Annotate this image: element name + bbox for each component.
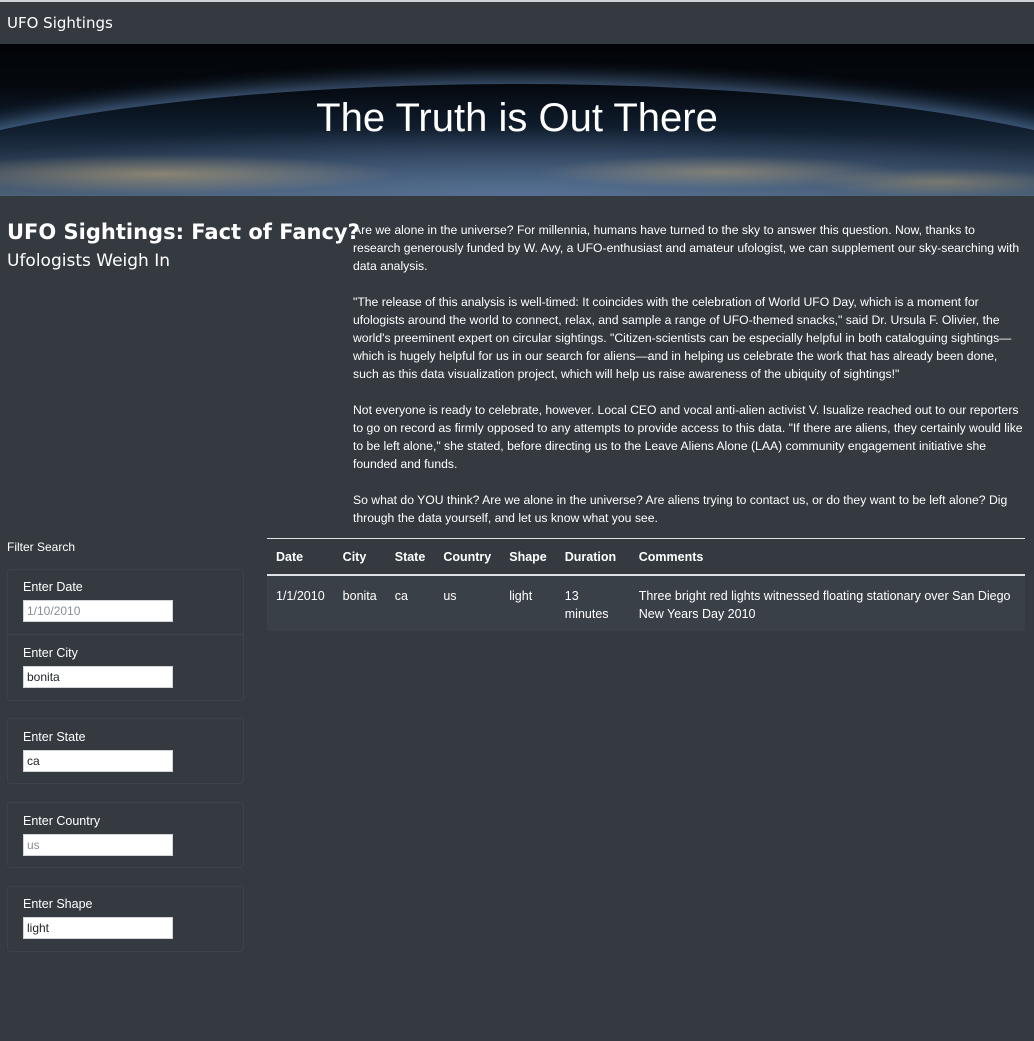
ufo-table: Date City State Country Shape Duration C…	[267, 538, 1025, 631]
state-label: Enter State	[23, 730, 86, 744]
column-header-shape[interactable]: Shape	[500, 538, 556, 576]
cell-country: us	[434, 575, 501, 631]
column-header-duration[interactable]: Duration	[555, 538, 630, 576]
article-paragraph: So what do YOU think? Are we alone in th…	[353, 493, 1008, 525]
table-header: Date City State Country Shape Duration C…	[267, 538, 1025, 576]
cell-comments: Three bright red lights witnessed floati…	[629, 575, 1025, 631]
hero-title: The Truth is Out There	[316, 96, 718, 140]
filter-country: Enter Country	[23, 814, 173, 856]
filter-city: Enter City	[23, 646, 173, 688]
page-subheadline: Ufologists Weigh In	[7, 251, 171, 271]
table-header-row: Date City State Country Shape Duration C…	[267, 538, 1025, 576]
article-body: Are we alone in the universe? For millen…	[353, 221, 1025, 545]
filter-group-shape: Enter Shape	[7, 886, 244, 952]
page-headline: UFO Sightings: Fact of Fancy?	[7, 220, 360, 244]
filter-divider	[7, 634, 244, 635]
filter-search-title: Filter Search	[7, 540, 76, 554]
filter-group-state: Enter State	[7, 718, 244, 784]
state-input[interactable]	[23, 750, 173, 772]
date-input[interactable]	[23, 600, 173, 622]
filter-group-date-city: Enter Date Enter City	[7, 569, 244, 701]
column-header-comments[interactable]: Comments	[629, 538, 1025, 576]
hero-banner: The Truth is Out There	[0, 44, 1034, 196]
filter-shape: Enter Shape	[23, 897, 173, 939]
navbar: UFO Sightings	[0, 0, 1034, 44]
filter-date: Enter Date	[23, 580, 173, 622]
column-header-country[interactable]: Country	[434, 538, 501, 576]
cell-state: ca	[385, 575, 435, 631]
column-header-date[interactable]: Date	[267, 538, 334, 576]
cell-date: 1/1/2010	[267, 575, 334, 631]
article-paragraph: "The release of this analysis is well-ti…	[353, 295, 1012, 381]
country-input[interactable]	[23, 834, 173, 856]
filter-state: Enter State	[23, 730, 173, 772]
shape-input[interactable]	[23, 917, 173, 939]
column-header-state[interactable]: State	[385, 538, 435, 576]
cell-city: bonita	[333, 575, 386, 631]
city-label: Enter City	[23, 646, 78, 660]
table-row: 1/1/2010 bonita ca us light 13 minutes T…	[267, 575, 1025, 631]
column-header-city[interactable]: City	[333, 538, 386, 576]
cell-shape: light	[500, 575, 556, 631]
article-paragraph: Not everyone is ready to celebrate, howe…	[353, 403, 1023, 471]
shape-label: Enter Shape	[23, 897, 93, 911]
filter-group-country: Enter Country	[7, 802, 244, 868]
country-label: Enter Country	[23, 814, 101, 828]
cell-duration: 13 minutes	[555, 575, 630, 631]
article-paragraph: Are we alone in the universe? For millen…	[353, 223, 1020, 273]
table-body: 1/1/2010 bonita ca us light 13 minutes T…	[267, 575, 1025, 631]
navbar-brand[interactable]: UFO Sightings	[7, 14, 113, 32]
date-label: Enter Date	[23, 580, 83, 594]
city-input[interactable]	[23, 666, 173, 688]
